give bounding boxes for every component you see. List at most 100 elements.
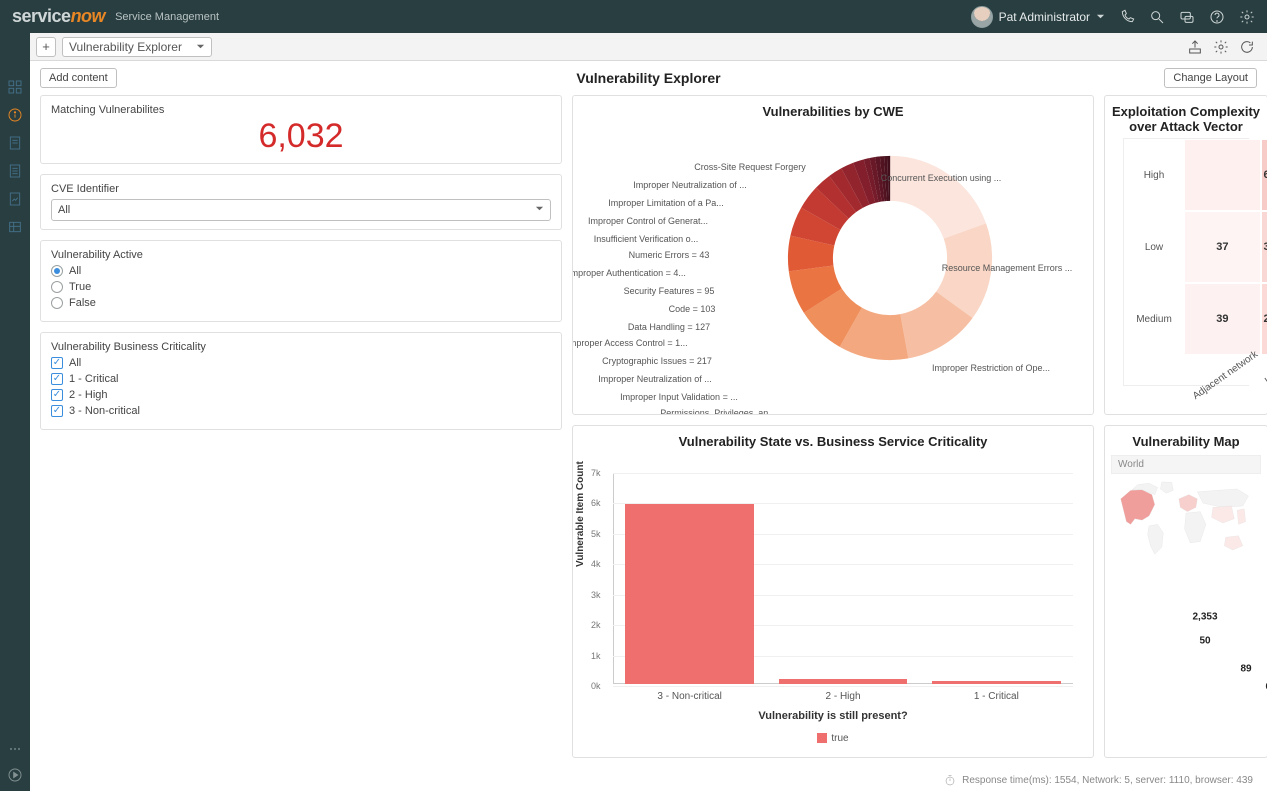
radio-option[interactable]: False [51,297,551,309]
chat-icon[interactable] [1179,9,1195,25]
settings-icon[interactable] [1213,39,1229,55]
checkbox-option[interactable]: 3 - Non-critical [51,405,551,417]
panel-vuln-by-cwe[interactable]: Vulnerabilities by CWE Concurrent Execut… [572,95,1094,415]
export-icon[interactable] [1187,39,1203,55]
y-tick-label: 2k [591,620,601,630]
chevron-down-icon [535,204,544,216]
heatmap-row-label: Medium [1124,283,1184,355]
donut-slice[interactable] [810,178,969,337]
y-tick-label: 6k [591,498,601,508]
top-banner: servicenow Service Management Pat Admini… [0,0,1267,33]
gear-icon[interactable] [1239,9,1255,25]
rail-info-icon[interactable] [7,107,23,123]
checkbox-label: All [69,357,81,369]
donut-label: Improper Neutralization of ... [633,180,747,190]
checkbox-icon [51,373,63,385]
bar[interactable] [779,679,908,684]
stopwatch-icon [944,774,956,786]
legend-label: true [831,733,848,744]
field-label: CVE Identifier [51,183,551,195]
user-menu[interactable]: Pat Administrator [971,6,1105,28]
metric-label: Matching Vulnerabilites [51,104,551,116]
product-logo: servicenow [12,6,105,27]
checkbox-icon [51,389,63,401]
donut-label: Resource Management Errors ... [942,263,1073,273]
action-row: Add content Vulnerability Explorer Chang… [30,61,1267,95]
radio-icon [51,297,63,309]
map: World [1105,453,1267,754]
donut-label: Improper Limitation of a Pa... [608,198,724,208]
metric-matching-vulnerabilities[interactable]: Matching Vulnerabilites 6,032 [40,95,562,164]
donut-label: Data Handling = 127 [628,322,710,332]
map-svg [1115,479,1257,559]
heatmap-cell[interactable]: 334 [1261,211,1267,283]
radio-icon [51,281,63,293]
donut-label: Improper Control of Generat... [588,216,708,226]
help-icon[interactable] [1209,9,1225,25]
bar[interactable] [625,504,754,684]
rail-more-icon[interactable] [7,741,23,757]
dashboard-toolbar: + Vulnerability Explorer [30,33,1267,61]
checkbox-option[interactable]: All [51,357,551,369]
radio-option[interactable]: True [51,281,551,293]
change-layout-button[interactable]: Change Layout [1164,68,1257,88]
add-content-button[interactable]: Add content [40,68,117,88]
filters-sidebar: Matching Vulnerabilites 6,032 CVE Identi… [40,95,562,758]
x-tick-label: 3 - Non-critical [657,691,721,702]
donut-svg [785,153,995,363]
radio-label: True [69,281,91,293]
panel-vulnerability-map[interactable]: Vulnerability Map World [1104,425,1267,758]
map-value-label: 50 [1199,636,1210,647]
donut-label: Improper Access Control = 1... [572,338,688,348]
bar-chart: Vulnerable Item Count Vulnerability is s… [573,453,1093,754]
radio-option[interactable]: All [51,265,551,277]
footer-text: Response time(ms): 1554, Network: 5, ser… [962,775,1253,786]
rail-play-icon[interactable] [7,767,23,783]
checkbox-option[interactable]: 2 - High [51,389,551,401]
heatmap: High610151Low373342,388Medium392272,246A… [1105,138,1267,404]
logo-text-a: service [12,6,71,26]
filter-vulnerability-active: Vulnerability Active AllTrueFalse [40,240,562,322]
phone-icon[interactable] [1119,9,1135,25]
filter-cve-identifier: CVE Identifier All [40,174,562,230]
y-tick-label: 4k [591,559,601,569]
add-tab-button[interactable]: + [36,37,56,57]
y-tick-label: 1k [591,651,601,661]
y-tick-label: 3k [591,590,601,600]
donut-label: Improper Restriction of Ope... [932,363,1050,373]
donut-label: Permissions, Privileges, an... [660,408,776,415]
map-value-label: 2,353 [1192,612,1217,623]
refresh-icon[interactable] [1239,39,1255,55]
rail-dashboard-icon[interactable] [7,79,23,95]
donut-label: Improper Input Validation = ... [620,392,738,402]
checkbox-option[interactable]: 1 - Critical [51,373,551,385]
chevron-down-icon [1096,10,1105,24]
bar[interactable] [932,681,1061,684]
rail-list-icon[interactable] [7,163,23,179]
heatmap-cell[interactable]: 39 [1184,283,1261,355]
status-footer: Response time(ms): 1554, Network: 5, ser… [30,769,1267,791]
dashboard-main: Vulnerabilities by CWE Concurrent Execut… [30,95,1267,769]
y-tick-label: 0k [591,681,601,691]
dashboard-selector[interactable]: Vulnerability Explorer [62,37,212,57]
radio-icon [51,265,63,277]
panel-title: Vulnerability State vs. Business Service… [573,426,1093,453]
rail-document-icon[interactable] [7,135,23,151]
heatmap-cell[interactable]: 227 [1261,283,1267,355]
search-icon[interactable] [1149,9,1165,25]
radio-label: All [69,265,81,277]
heatmap-col-label: Local [1261,355,1267,385]
rail-report-icon[interactable] [7,191,23,207]
heatmap-cell[interactable]: 610 [1261,139,1267,211]
heatmap-cell[interactable] [1184,139,1261,211]
panel-title: Exploitation Complexity over Attack Vect… [1105,96,1267,138]
panel-state-vs-criticality[interactable]: Vulnerability State vs. Business Service… [572,425,1094,758]
cve-select[interactable]: All [51,199,551,221]
panel-exploitation-heatmap[interactable]: Exploitation Complexity over Attack Vect… [1104,95,1267,415]
rail-table-icon[interactable] [7,219,23,235]
heatmap-cell[interactable]: 37 [1184,211,1261,283]
donut-label: Improper Authentication = 4... [572,268,686,278]
map-breadcrumb[interactable]: World [1111,455,1261,474]
donut-label: Insufficient Verification o... [594,234,698,244]
logo-text-b: now [71,6,106,26]
